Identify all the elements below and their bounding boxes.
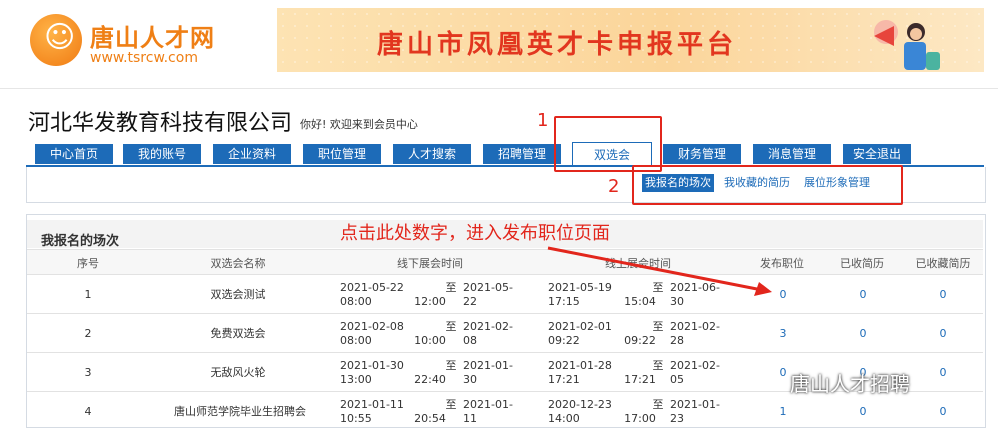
to-label: 至 [445,398,457,411]
annotation-box-subnav [632,165,903,205]
tab-messages[interactable]: 消息管理 [753,144,831,164]
annotation-number-1: 1 [537,110,549,131]
banner-text: 唐山市凤凰英才卡申报平台 [377,30,738,60]
row-fair-name: 无敌风火轮 [210,366,266,379]
annotation-arrow-icon [547,246,772,296]
row-index: 1 [84,288,92,301]
megaphone-illustration-icon [874,20,940,70]
col-resumes: 已收简历 [840,257,884,270]
promo-banner[interactable]: 唐山市凤凰英才卡申报平台 [277,8,984,72]
resumes-count-link[interactable]: 0 [843,405,883,419]
offline-end-time: 12:00 [414,295,446,308]
row-fair-name: 唐山师范学院毕业生招聘会 [174,405,306,418]
row-divider [27,313,983,314]
row-index: 3 [84,366,92,379]
annotation-box-tab [554,116,662,172]
tab-talent-search[interactable]: 人才搜索 [393,144,471,164]
tab-finance[interactable]: 财务管理 [663,144,741,164]
saved-count-link[interactable]: 0 [923,405,963,419]
resumes-count-link[interactable]: 0 [843,327,883,341]
row-fair-name: 免费双选会 [210,327,266,340]
row-fair-name: 双选会测试 [210,288,266,301]
panel-title: 我报名的场次 [41,234,120,249]
row-index: 4 [84,405,92,418]
logo-url: www.tsrcw.com [90,50,198,66]
jobs-count-link[interactable]: 1 [763,405,803,419]
offline-end-time: 20:54 [414,412,446,425]
to-label: 至 [652,320,664,333]
tab-home[interactable]: 中心首页 [35,144,113,164]
site-logo[interactable]: ☺ 唐山人才网 www.tsrcw.com [30,12,230,74]
tab-my-account[interactable]: 我的账号 [123,144,201,164]
to-label: 至 [445,320,457,333]
row-index: 2 [84,327,92,340]
tab-job-management[interactable]: 职位管理 [303,144,381,164]
row-divider [27,352,983,353]
to-label: 至 [445,281,457,294]
tab-logout[interactable]: 安全退出 [843,144,911,164]
logo-title: 唐山人才网 [90,24,215,52]
online-end-date: 2021-01-23 [670,398,720,425]
jobs-count-link[interactable]: 3 [763,327,803,341]
welcome-text: 你好! 欢迎来到会员中心 [300,118,418,131]
offline-end-date: 2021-02-08 [463,320,513,347]
offline-end-date: 2021-01-30 [463,359,513,386]
saved-count-link[interactable]: 0 [923,366,963,380]
offline-end-date: 2021-01-11 [463,398,513,425]
offline-end-date: 2021-05-22 [463,281,513,308]
col-offline-time: 线下展会时间 [397,257,463,270]
resumes-count-link[interactable]: 0 [843,288,883,302]
online-end-date: 2021-02-05 [670,359,720,386]
saved-count-link[interactable]: 0 [923,288,963,302]
online-end-date: 2021-02-28 [670,320,720,347]
col-index: 序号 [77,257,99,270]
saved-count-link[interactable]: 0 [923,327,963,341]
tab-recruit-management[interactable]: 招聘管理 [483,144,561,164]
to-label: 至 [652,359,664,372]
col-saved: 已收藏简历 [915,257,971,270]
company-name: 河北华发教育科技有限公司 [28,111,293,136]
to-label: 至 [652,398,664,411]
logo-person-icon: ☺ [30,14,82,66]
tab-company-info[interactable]: 企业资料 [213,144,291,164]
site-header: ☺ 唐山人才网 www.tsrcw.com 唐山市凤凰英才卡申报平台 [0,0,998,89]
col-fair-name: 双选会名称 [210,257,266,270]
offline-end-time: 10:00 [414,334,446,347]
online-end-time: 17:00 [624,412,656,425]
wechat-icon [760,371,785,391]
watermark-text: 唐山人才招聘 [790,372,910,396]
offline-end-time: 22:40 [414,373,446,386]
annotation-number-2: 2 [608,176,620,197]
to-label: 至 [445,359,457,372]
online-end-time: 09:22 [624,334,656,347]
online-end-time: 17:21 [624,373,656,386]
